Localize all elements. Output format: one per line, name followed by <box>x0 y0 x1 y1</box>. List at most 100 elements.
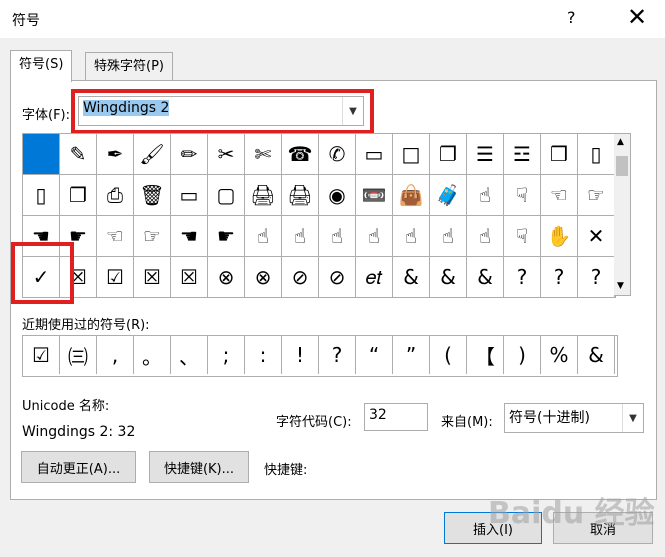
from-select-value: 符号(十进制) <box>509 410 590 426</box>
symbol-cell[interactable]: ☚ <box>171 216 208 257</box>
autocorrect-button[interactable]: 自动更正(A)... <box>21 451 136 483</box>
symbol-cell[interactable]: 🖌 <box>134 134 171 175</box>
symbol-cell[interactable]: ⊘ <box>319 257 356 298</box>
recent-symbols[interactable]: ☑ ㈢,。、;:!? “”(【)% & <box>22 335 618 377</box>
symbol-cell[interactable]: ✆ <box>319 134 356 175</box>
symbol-cell[interactable]: ☎ <box>282 134 319 175</box>
symbol-cell[interactable]: ☜ <box>97 216 134 257</box>
scroll-up-icon[interactable]: ▲ <box>617 137 624 147</box>
recent-symbol[interactable]: 。 <box>134 336 171 374</box>
symbol-cell[interactable]: ☲ <box>504 134 541 175</box>
symbol-cell[interactable]: ☝ <box>467 216 504 257</box>
symbol-cell[interactable]: ⊗ <box>245 257 282 298</box>
recent-symbol[interactable]: ! <box>282 336 319 374</box>
symbol-cell[interactable]: ☝ <box>393 216 430 257</box>
symbol-cell[interactable]: ✏ <box>171 134 208 175</box>
symbol-cell[interactable] <box>23 134 60 175</box>
symbol-cell[interactable]: ◉ <box>319 175 356 216</box>
recent-symbol[interactable]: % <box>541 336 578 374</box>
recent-symbol[interactable]: , <box>97 336 134 374</box>
symbol-cell[interactable]: ☜ <box>541 175 578 216</box>
shortcut-key-button[interactable]: 快捷键(K)... <box>149 451 249 483</box>
symbol-cell[interactable]: 🗑 <box>134 175 171 216</box>
symbol-cell[interactable]: ✂ <box>208 134 245 175</box>
scroll-down-icon[interactable]: ▼ <box>617 281 624 291</box>
symbol-cell[interactable]: & <box>430 257 467 298</box>
symbol-cell[interactable]: ⎙ <box>97 175 134 216</box>
from-label: 来自(M): <box>441 415 493 430</box>
symbol-cell[interactable]: ⊘ <box>282 257 319 298</box>
shortcut-label: 快捷键: <box>264 463 308 478</box>
recent-symbol[interactable]: ( <box>430 336 467 374</box>
symbol-cell[interactable]: ▭ <box>171 175 208 216</box>
charcode-label: 字符代码(C): <box>276 415 352 430</box>
symbol-cell[interactable]: ☝ <box>282 216 319 257</box>
charcode-input[interactable]: 32 <box>364 403 428 431</box>
symbol-cell[interactable]: ☝ <box>356 216 393 257</box>
symbol-grid[interactable]: ✎ ✒ 🖌 ✏ ✂ ✄ ☎ ✆ ▭ □ ❐ ☰ ☲ ❒ ▯ ▯ ❐ ⎙ 🗑 ▭ ▢ 🖨 🖨 ◉ 📼 👜 🧳 ☝ ☟ ☜ ☞ ☚ ☛ ☜ ☞ ☚ ☛ ☝ ☝ ☝… <box>22 133 616 298</box>
symbol-scrollbar[interactable]: ▲ ▼ <box>614 133 631 296</box>
symbol-cell[interactable]: ☛ <box>208 216 245 257</box>
recent-symbol[interactable]: 【 <box>467 336 504 374</box>
symbol-cell[interactable]: ❒ <box>541 134 578 175</box>
symbol-cell[interactable]: ❐ <box>60 175 97 216</box>
recent-symbol[interactable]: ) <box>504 336 541 374</box>
title-bar <box>0 0 665 38</box>
symbol-cell[interactable]: ☞ <box>578 175 615 216</box>
symbol-cell[interactable]: 𝑒𝑡 <box>356 257 393 298</box>
help-button[interactable]: ? <box>567 8 576 27</box>
symbol-cell[interactable]: 🖨 <box>282 175 319 216</box>
recent-symbol[interactable]: ? <box>319 336 356 374</box>
symbol-cell[interactable]: ☝ <box>467 175 504 216</box>
symbol-cell[interactable]: ▢ <box>208 175 245 216</box>
symbol-cell[interactable]: 🧳 <box>430 175 467 216</box>
symbol-cell[interactable]: 🖨 <box>245 175 282 216</box>
symbol-cell[interactable]: ? <box>578 257 615 298</box>
symbol-cell[interactable]: ⊗ <box>208 257 245 298</box>
recent-symbol[interactable]: “ <box>356 336 393 374</box>
symbol-cell[interactable]: ✕ <box>578 216 615 257</box>
symbol-cell[interactable]: 👜 <box>393 175 430 216</box>
highlight-checkmark <box>11 242 74 304</box>
recent-symbol[interactable]: ㈢ <box>60 336 97 374</box>
symbol-cell[interactable]: ☞ <box>134 216 171 257</box>
tab-symbols[interactable]: 符号(S) <box>10 50 73 82</box>
symbol-cell[interactable]: ❐ <box>430 134 467 175</box>
symbol-cell[interactable]: ▯ <box>23 175 60 216</box>
from-select[interactable]: 符号(十进制) ▼ <box>504 403 644 433</box>
symbol-cell[interactable]: & <box>467 257 504 298</box>
recent-symbol[interactable]: 、 <box>171 336 208 374</box>
unicode-name-label: Unicode 名称: <box>22 399 110 414</box>
highlight-font <box>71 89 374 134</box>
scroll-thumb[interactable] <box>616 156 628 176</box>
recent-symbol[interactable]: ; <box>208 336 245 374</box>
symbol-cell[interactable]: ✋ <box>541 216 578 257</box>
symbol-cell[interactable]: ? <box>504 257 541 298</box>
symbol-cell[interactable]: ? <box>541 257 578 298</box>
symbol-cell[interactable]: ☒ <box>134 257 171 298</box>
symbol-cell[interactable]: ✄ <box>245 134 282 175</box>
symbol-cell[interactable]: ☝ <box>319 216 356 257</box>
tab-special-chars[interactable]: 特殊字符(P) <box>85 52 173 82</box>
symbol-cell[interactable]: ☟ <box>504 216 541 257</box>
symbol-cell[interactable]: ☝ <box>245 216 282 257</box>
recent-symbol[interactable]: ☑ <box>23 336 60 374</box>
symbol-cell[interactable]: ☝ <box>430 216 467 257</box>
symbol-cell[interactable]: ☰ <box>467 134 504 175</box>
symbol-cell[interactable]: ✒ <box>97 134 134 175</box>
recent-symbol[interactable]: & <box>578 336 615 374</box>
recent-label: 近期使用过的符号(R): <box>22 318 150 333</box>
symbol-cell[interactable]: ▯ <box>578 134 615 175</box>
symbol-cell[interactable]: ▭ <box>356 134 393 175</box>
symbol-cell[interactable]: □ <box>393 134 430 175</box>
symbol-cell[interactable]: ☟ <box>504 175 541 216</box>
symbol-cell[interactable]: & <box>393 257 430 298</box>
recent-symbol[interactable]: ” <box>393 336 430 374</box>
chevron-down-icon[interactable]: ▼ <box>622 404 643 432</box>
symbol-cell[interactable]: 📼 <box>356 175 393 216</box>
symbol-cell[interactable]: ☑ <box>97 257 134 298</box>
symbol-cell[interactable]: ✎ <box>60 134 97 175</box>
recent-symbol[interactable]: : <box>245 336 282 374</box>
symbol-cell[interactable]: ☒ <box>171 257 208 298</box>
close-button[interactable]: ✕ <box>622 3 652 31</box>
